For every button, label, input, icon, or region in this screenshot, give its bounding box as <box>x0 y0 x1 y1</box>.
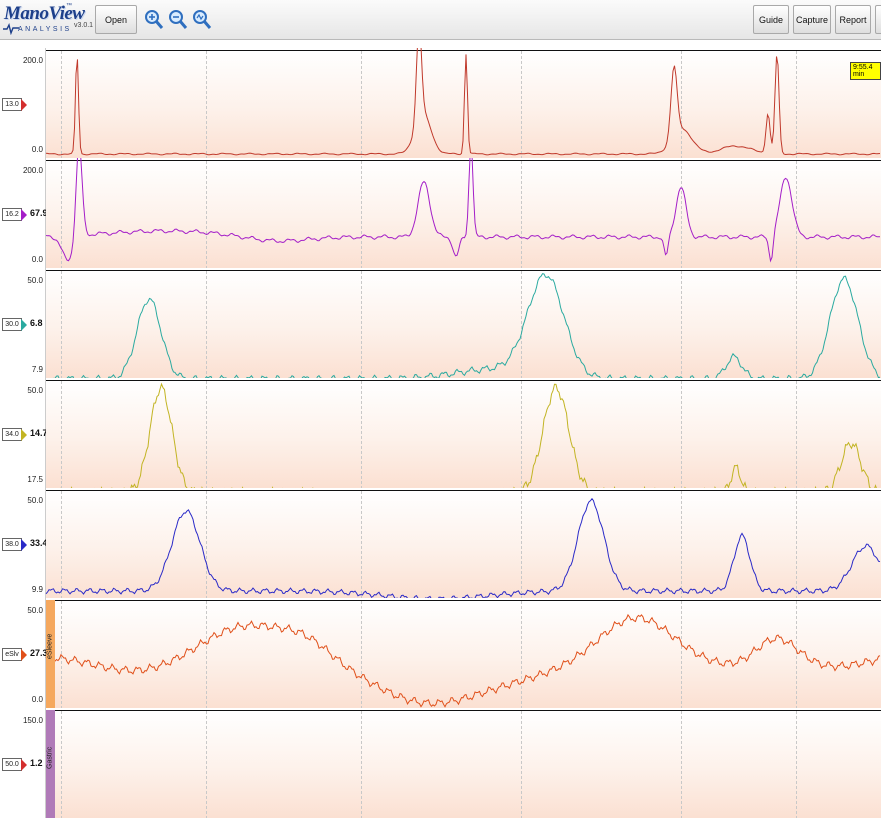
axis-min-label: 0.0 <box>31 255 43 264</box>
channel-position-tag[interactable]: 38.0 <box>2 538 22 551</box>
axis-max-label: 50.0 <box>27 276 43 285</box>
axis-min-label: 0.0 <box>31 145 43 154</box>
time-grid-line <box>61 711 62 818</box>
time-grid-line <box>681 711 682 818</box>
channel-panel: 200.0 0.0 13.0 <box>0 48 881 158</box>
channel-panel: 150.0 50.0 1.2 Gastric <box>0 708 881 818</box>
axis-max-label: 50.0 <box>27 496 43 505</box>
time-grid-line <box>796 711 797 818</box>
more-button[interactable] <box>875 5 881 34</box>
esleeve-marker: eSleeve <box>46 600 55 708</box>
channel-trace-area[interactable] <box>45 158 881 268</box>
pressure-trace <box>45 158 881 263</box>
channel-panel: 50.0 7.9 30.0 6.8 <box>0 268 881 378</box>
trace-line <box>53 382 877 488</box>
zoom-in-button[interactable] <box>144 5 164 34</box>
manoview-logo: ManoView ™ ANALYSIS <box>2 3 85 37</box>
channel-label-column: 50.0 7.9 30.0 6.8 <box>0 268 46 378</box>
channel-panel: 50.0 0.0 eSlv 27.3 eSleeve <box>0 598 881 708</box>
channel-color-arrow-icon <box>21 539 27 551</box>
pressure-panels: 200.0 0.0 13.0 200.0 0.0 16.2 67.9 50.0 7.9 30.0 6… <box>0 48 881 818</box>
axis-max-label: 50.0 <box>27 386 43 395</box>
time-marker-label: 9:55.4 min <box>850 62 881 80</box>
trace-line <box>53 273 881 378</box>
channel-panel: 50.0 17.5 34.0 14.7 <box>0 378 881 488</box>
channel-trace-area[interactable] <box>46 270 881 378</box>
channel-label-column: 150.0 50.0 1.2 <box>0 708 46 818</box>
trace-line <box>45 497 881 598</box>
time-grid-line <box>206 711 207 818</box>
channel-panel: 200.0 0.0 16.2 67.9 <box>0 158 881 268</box>
axis-max-label: 200.0 <box>22 166 43 175</box>
channel-current-value: 67.9 <box>30 208 48 218</box>
axis-min-label: 0.0 <box>31 695 43 704</box>
trace-line <box>45 613 881 708</box>
channel-position-tag[interactable]: 34.0 <box>2 428 22 441</box>
channel-color-arrow-icon <box>21 759 27 771</box>
report-button-label: Report <box>839 14 867 25</box>
guide-button-label: Guide <box>758 14 784 25</box>
channel-color-arrow-icon <box>21 319 27 331</box>
axis-min-label: 9.9 <box>31 585 43 594</box>
channel-color-arrow-icon <box>21 209 27 221</box>
channel-trace-area[interactable] <box>45 490 881 598</box>
zoom-out-icon <box>169 9 188 29</box>
capture-button-label: Capture <box>795 14 829 25</box>
gastric-marker: Gastric <box>46 710 55 818</box>
axis-max-label: 200.0 <box>22 56 43 65</box>
channel-label-column: 50.0 9.9 38.0 33.4 <box>0 488 48 598</box>
logo-brand: ManoView <box>4 3 85 24</box>
channel-current-value: 6.8 <box>30 318 43 328</box>
channel-position-tag[interactable]: 13.0 <box>2 98 22 111</box>
toolbar: ManoView ™ ANALYSIS v3.0.1 Open Guide Ca… <box>0 0 881 40</box>
pressure-trace <box>45 613 881 708</box>
zoom-fit-icon <box>193 9 212 29</box>
logo-subtitle: ANALYSIS <box>18 26 72 33</box>
pressure-trace <box>53 382 877 488</box>
pressure-trace <box>45 48 881 156</box>
zoom-out-button[interactable] <box>168 5 188 34</box>
axis-max-label: 50.0 <box>27 606 43 615</box>
channel-trace-area[interactable] <box>45 48 881 158</box>
channel-label-column: 50.0 17.5 34.0 14.7 <box>0 378 48 488</box>
channel-color-arrow-icon <box>21 649 27 661</box>
time-grid-line <box>521 711 522 818</box>
channel-color-arrow-icon <box>21 429 27 441</box>
trace-line <box>45 48 881 156</box>
channel-position-tag[interactable]: eSlv <box>2 648 22 661</box>
open-button-label: Open <box>104 14 128 25</box>
guide-button[interactable]: Guide <box>753 5 789 34</box>
channel-current-value: 33.4 <box>30 538 48 548</box>
channel-label-column: 200.0 0.0 16.2 67.9 <box>0 158 48 268</box>
axis-max-label: 150.0 <box>22 716 43 725</box>
channel-position-tag[interactable]: 16.2 <box>2 208 22 221</box>
channel-label-column: 50.0 0.0 eSlv 27.3 <box>0 598 48 708</box>
open-button[interactable]: Open <box>95 5 137 34</box>
report-button[interactable]: Report <box>835 5 871 34</box>
axis-min-label: 7.9 <box>31 365 43 374</box>
channel-position-tag[interactable]: 50.0 <box>2 758 22 771</box>
channel-trace-area[interactable] <box>45 600 881 708</box>
trace-line <box>45 158 881 263</box>
time-grid-line <box>361 711 362 818</box>
channel-trace-area[interactable] <box>46 380 881 488</box>
sleeve-label: Gastric <box>46 746 54 769</box>
pressure-trace <box>53 273 881 378</box>
channel-trace-area[interactable] <box>46 710 881 818</box>
pressure-trace <box>45 497 881 598</box>
channel-current-value: 1.2 <box>30 758 43 768</box>
sleeve-label: eSleeve <box>46 633 54 659</box>
channel-current-value: 14.7 <box>30 428 48 438</box>
capture-button[interactable]: Capture <box>793 5 831 34</box>
channel-label-column: 200.0 0.0 13.0 <box>0 48 46 158</box>
axis-min-label: 17.5 <box>27 475 43 484</box>
zoom-fit-button[interactable] <box>192 5 212 34</box>
version-label: v3.0.1 <box>74 22 94 29</box>
channel-color-arrow-icon <box>21 99 27 111</box>
channel-position-tag[interactable]: 30.0 <box>2 318 22 331</box>
channel-panel: 50.0 9.9 38.0 33.4 <box>0 488 881 598</box>
zoom-in-icon <box>145 9 164 29</box>
channel-current-value: 27.3 <box>30 648 48 658</box>
logo-trademark: ™ <box>66 3 72 9</box>
